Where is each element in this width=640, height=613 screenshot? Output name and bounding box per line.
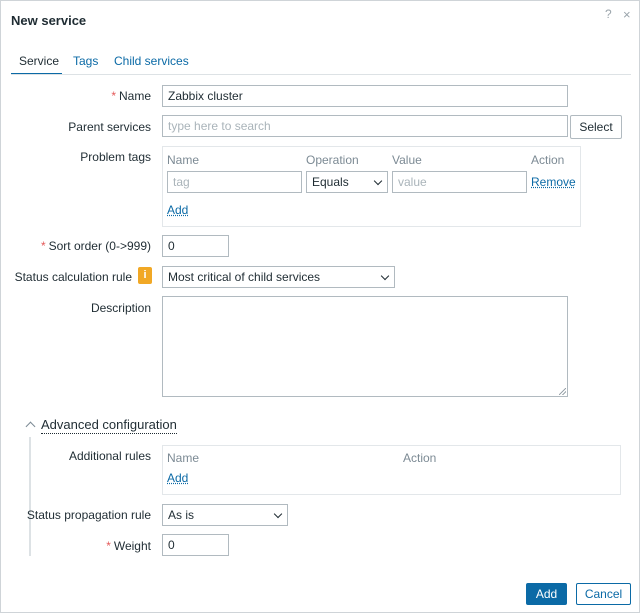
name-label-text: Name	[118, 89, 151, 103]
additional-rules-box	[162, 445, 621, 495]
description-label: Description	[90, 301, 151, 315]
cancel-button[interactable]: Cancel	[576, 583, 631, 605]
status-calc-label: Status calculation rule	[14, 270, 132, 284]
problem-tags-header-operation: Operation	[306, 153, 359, 167]
operation-select-value: Equals	[312, 175, 349, 189]
name-input[interactable]: Zabbix cluster	[162, 85, 568, 107]
name-label: * Name	[111, 89, 151, 103]
info-icon[interactable]: i	[138, 267, 152, 284]
required-marker: *	[40, 239, 46, 253]
resize-grip-icon[interactable]	[559, 388, 566, 395]
additional-rules-label: Additional rules	[68, 449, 151, 463]
chevron-down-icon	[380, 271, 390, 281]
chevron-up-icon	[25, 421, 36, 432]
additional-rules-header-action: Action	[403, 451, 437, 465]
dialog-title: New service	[11, 13, 87, 28]
status-propagation-value: As is	[168, 508, 195, 522]
status-calc-select[interactable]: Most critical of child services	[162, 266, 395, 288]
sort-order-input[interactable]: 0	[162, 235, 229, 257]
sort-order-label: * Sort order (0->999)	[41, 239, 151, 253]
weight-label-text: Weight	[113, 539, 151, 553]
status-propagation-select[interactable]: As is	[162, 504, 288, 526]
weight-label: * Weight	[106, 539, 151, 553]
advanced-config-label: Advanced configuration	[41, 417, 177, 434]
tab-tags[interactable]: Tags	[65, 51, 106, 75]
problem-tags-header-action: Action	[531, 153, 565, 167]
additional-rules-header-name: Name	[167, 451, 200, 465]
advanced-config-indent-line	[29, 437, 31, 556]
add-tag-link[interactable]: Add	[167, 203, 188, 217]
operation-select[interactable]: Equals	[306, 171, 388, 193]
tabs-divider	[11, 74, 631, 75]
required-marker: *	[111, 89, 116, 103]
status-propagation-label: Status propagation rule	[26, 508, 151, 522]
required-marker: *	[106, 539, 111, 553]
problem-tags-header-value: Value	[392, 153, 422, 167]
chevron-down-icon	[273, 509, 283, 519]
tag-input[interactable]: tag	[167, 171, 302, 193]
sort-order-label-text: Sort order (0->999)	[48, 239, 151, 253]
add-button[interactable]: Add	[526, 583, 567, 605]
select-parent-button[interactable]: Select	[570, 115, 622, 139]
new-service-dialog: New service ? × Service Tags Child servi…	[0, 0, 640, 613]
problem-tags-header-name: Name	[167, 153, 200, 167]
help-icon[interactable]: ?	[605, 7, 612, 21]
description-textarea[interactable]	[162, 296, 568, 397]
add-rule-link[interactable]: Add	[167, 471, 188, 485]
close-icon[interactable]: ×	[623, 7, 631, 22]
value-input[interactable]: value	[392, 171, 527, 193]
weight-input[interactable]: 0	[162, 534, 229, 556]
tab-service[interactable]: Service	[11, 51, 62, 75]
problem-tags-label: Problem tags	[80, 150, 151, 164]
parent-services-label: Parent services	[68, 120, 151, 134]
status-calc-select-value: Most critical of child services	[168, 270, 321, 284]
remove-tag-link[interactable]: Remove	[531, 175, 576, 189]
chevron-down-icon	[373, 176, 383, 186]
parent-services-input[interactable]: type here to search	[162, 115, 568, 137]
tab-child-services[interactable]: Child services	[106, 51, 197, 75]
